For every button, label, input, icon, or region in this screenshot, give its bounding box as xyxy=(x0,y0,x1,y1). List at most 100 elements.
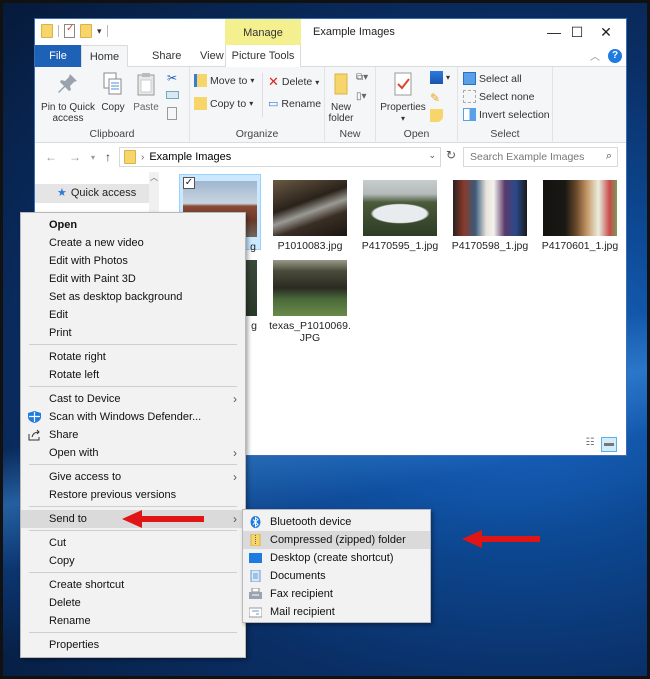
back-button[interactable]: ← xyxy=(45,150,57,164)
edit-button[interactable]: ✎ xyxy=(430,91,440,105)
select-none-button[interactable]: Select none xyxy=(463,90,534,103)
file-item[interactable]: texas_P1010069.JPG xyxy=(269,254,351,344)
address-bar[interactable]: › Example Images ⌄ xyxy=(119,147,441,167)
easy-access-button[interactable]: ▯▾ xyxy=(356,91,367,102)
nav-quick-access[interactable]: ★ Quick access xyxy=(35,184,149,203)
properties-dropdown-icon: ▾ xyxy=(400,114,405,123)
menu-item-cut[interactable]: Cut xyxy=(21,534,245,552)
rename-icon: ▭ xyxy=(268,98,279,110)
menu-item-label: Open with xyxy=(49,447,99,459)
menu-item-open[interactable]: Open xyxy=(21,216,245,234)
chevron-right-icon: › xyxy=(233,392,237,406)
paste-label: Paste xyxy=(133,102,159,113)
menu-item-edit-paint3d[interactable]: Edit with Paint 3D xyxy=(21,270,245,288)
send-to-documents[interactable]: Documents xyxy=(243,567,430,585)
invert-selection-label: Invert selection xyxy=(479,108,550,121)
history-icon xyxy=(430,109,443,122)
refresh-button[interactable]: ↻ xyxy=(443,148,459,166)
new-folder-button[interactable]: New folder xyxy=(327,71,355,124)
file-item[interactable]: P4170595_1.jpg xyxy=(359,174,441,252)
cut-button[interactable]: ✂ xyxy=(167,71,177,85)
menu-item-copy[interactable]: Copy xyxy=(21,552,245,570)
close-button[interactable]: ✕ xyxy=(583,19,629,45)
scroll-up-icon[interactable]: ︿ xyxy=(149,172,159,183)
open-label: Open xyxy=(403,128,430,140)
search-input[interactable]: Search Example Images ⌕ xyxy=(463,147,618,167)
copy-button[interactable]: Copy xyxy=(99,71,127,113)
menu-item-properties[interactable]: Properties xyxy=(21,636,245,654)
menu-item-create-video[interactable]: Create a new video xyxy=(21,234,245,252)
menu-item-edit[interactable]: Edit xyxy=(21,306,245,324)
menu-item-label: Cast to Device xyxy=(49,393,121,405)
tab-file[interactable]: File xyxy=(35,45,81,67)
send-to-desktop[interactable]: Desktop (create shortcut) xyxy=(243,549,430,567)
chevron-right-icon: › xyxy=(233,512,237,526)
details-view-icon[interactable]: ☷ xyxy=(582,437,598,452)
search-placeholder: Search Example Images xyxy=(470,151,585,163)
collapse-ribbon-icon[interactable]: ︿ xyxy=(590,48,600,63)
menu-item-cast-to-device[interactable]: Cast to Device › xyxy=(21,390,245,408)
help-icon[interactable]: ? xyxy=(608,48,622,63)
menu-item-print[interactable]: Print xyxy=(21,324,245,342)
quick-access-toolbar: ▾ xyxy=(41,23,108,38)
delete-button[interactable]: ✕ Delete ▾ xyxy=(268,74,319,90)
paste-button[interactable]: Paste xyxy=(131,71,161,113)
paste-shortcut-icon xyxy=(167,107,177,120)
move-to-button[interactable]: Move to ▾ xyxy=(194,74,254,87)
menu-separator xyxy=(29,344,237,345)
divider xyxy=(262,73,263,117)
tab-home[interactable]: Home xyxy=(81,45,128,68)
large-icons-view-icon[interactable]: ▬ xyxy=(601,437,617,452)
new-item-button[interactable]: ⧉▾ xyxy=(356,72,368,83)
pin-to-quick-access-button[interactable]: Pin to Quick access xyxy=(39,71,97,124)
address-history-dropdown[interactable]: ⌄ xyxy=(428,150,436,161)
paste-shortcut-button[interactable] xyxy=(167,107,177,120)
copy-path-button[interactable] xyxy=(166,91,179,99)
checkbox-icon[interactable]: ✓ xyxy=(183,177,195,189)
up-button[interactable]: ↑ xyxy=(105,150,111,164)
open-button[interactable]: ▾ xyxy=(430,71,450,84)
search-icon: ⌕ xyxy=(605,150,612,162)
maximize-icon: ☐ xyxy=(570,23,584,40)
menu-item-rotate-left[interactable]: Rotate left xyxy=(21,366,245,384)
breadcrumb-current[interactable]: Example Images xyxy=(149,151,231,163)
menu-item-edit-photos[interactable]: Edit with Photos xyxy=(21,252,245,270)
file-item[interactable]: P1010083.jpg xyxy=(269,174,351,252)
menu-item-restore-versions[interactable]: Restore previous versions xyxy=(21,486,245,504)
recent-locations-icon[interactable]: ▾ xyxy=(91,153,95,162)
menu-item-rename[interactable]: Rename xyxy=(21,612,245,630)
properties-icon[interactable] xyxy=(64,23,75,38)
file-item[interactable]: P4170601_1.jpg xyxy=(539,174,621,252)
tab-picture-tools[interactable]: Picture Tools xyxy=(225,45,301,67)
select-all-button[interactable]: Select all xyxy=(463,72,522,85)
copy-to-label: Copy to xyxy=(210,97,247,110)
menu-item-open-with[interactable]: Open with › xyxy=(21,444,245,462)
menu-item-label: Compressed (zipped) folder xyxy=(270,534,406,546)
forward-button[interactable]: → xyxy=(69,150,81,164)
menu-item-scan-defender[interactable]: Scan with Windows Defender... xyxy=(21,408,245,426)
menu-item-label: Desktop (create shortcut) xyxy=(270,552,394,564)
copy-path-icon xyxy=(166,91,179,99)
invert-selection-button[interactable]: Invert selection xyxy=(463,108,550,121)
menu-item-give-access[interactable]: Give access to › xyxy=(21,468,245,486)
rename-button[interactable]: ▭ Rename xyxy=(268,97,321,111)
file-item[interactable]: P4170598_1.jpg xyxy=(449,174,531,252)
history-button[interactable] xyxy=(430,109,443,122)
properties-button[interactable]: Properties ▾ xyxy=(380,71,426,124)
send-to-compressed-folder[interactable]: Compressed (zipped) folder xyxy=(243,531,430,549)
send-to-fax[interactable]: Fax recipient xyxy=(243,585,430,603)
new-folder-icon[interactable] xyxy=(80,24,92,38)
copy-to-button[interactable]: Copy to ▾ xyxy=(194,97,253,110)
menu-item-rotate-right[interactable]: Rotate right xyxy=(21,348,245,366)
scissors-icon: ✂ xyxy=(167,71,178,85)
organize-group: Move to ▾ Copy to ▾ ✕ Delete ▾ ▭ Rename Org… xyxy=(190,67,325,143)
menu-item-share[interactable]: Share xyxy=(21,426,245,444)
thumbnail xyxy=(273,260,347,316)
menu-item-delete[interactable]: Delete xyxy=(21,594,245,612)
menu-item-set-background[interactable]: Set as desktop background xyxy=(21,288,245,306)
send-to-bluetooth[interactable]: Bluetooth device xyxy=(243,513,430,531)
manage-tab[interactable]: Manage xyxy=(225,19,301,45)
customize-toolbar-icon[interactable]: ▾ xyxy=(97,26,102,37)
menu-item-create-shortcut[interactable]: Create shortcut xyxy=(21,576,245,594)
send-to-mail[interactable]: Mail recipient xyxy=(243,603,430,621)
